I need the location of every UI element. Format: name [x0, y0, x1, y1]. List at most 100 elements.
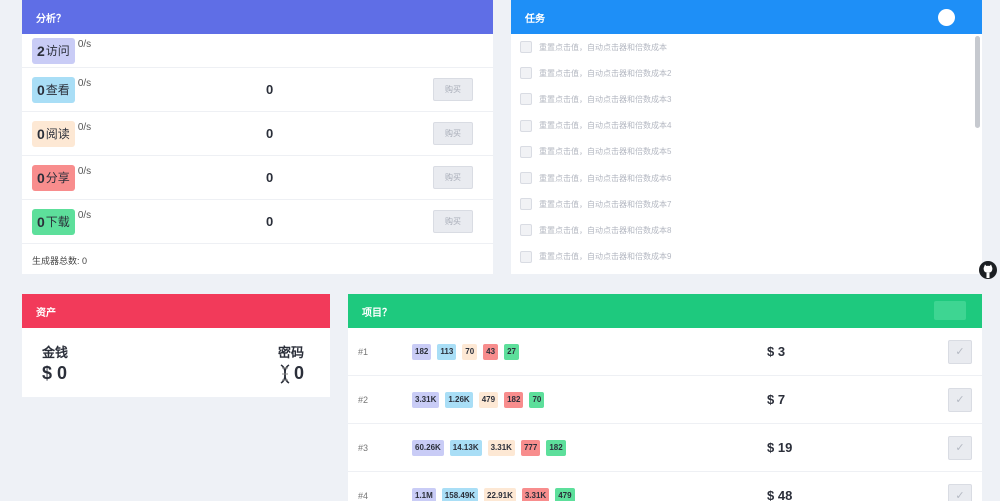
tasks-toggle[interactable]	[938, 9, 955, 26]
project-index: #3	[358, 442, 369, 453]
project-cost: $ 48	[767, 488, 793, 501]
task-scrollbar[interactable]	[975, 36, 980, 128]
requirement-chips: 60.26K 14.13K 3.31K 777 182	[412, 439, 566, 456]
task-text: 重置点击值，自动点击器和倍数成本5	[539, 147, 672, 157]
complete-button[interactable]: ✓	[948, 339, 972, 364]
task-text: 重置点击值，自动点击器和倍数成本2	[539, 68, 672, 78]
buy-button[interactable]: 购买	[433, 122, 473, 145]
requirement-chip: 777	[520, 439, 541, 456]
task-text: 重置点击值，自动点击器和倍数成本4	[539, 121, 672, 131]
generator-badge: 0 阅读	[32, 120, 75, 147]
generator-label: 阅读	[45, 127, 70, 141]
generator-level: 2	[37, 42, 45, 59]
github-icon[interactable]	[979, 261, 997, 279]
code-label: 密码	[278, 345, 305, 360]
generator-row: 0 分享 0/s 0 购买	[22, 156, 493, 200]
project-row: #1 182 113 70 43 27 $ 3 ✓	[348, 328, 982, 376]
requirement-chip: 182	[546, 439, 566, 456]
project-row: #2 3.31K 1.26K 479 182 70 $ 7 ✓	[348, 376, 982, 424]
generator-label: 下载	[45, 215, 70, 229]
complete-button[interactable]: ✓	[948, 387, 972, 412]
task-checkbox[interactable]	[520, 224, 532, 237]
generator-badge: 2 访问	[32, 37, 75, 64]
code-block: 密码 0	[278, 342, 304, 384]
requirement-chip: 3.31K	[487, 439, 515, 456]
tasks-title: 任务	[525, 13, 545, 25]
requirement-chip: 182	[412, 343, 432, 360]
task-checkbox[interactable]	[520, 172, 532, 185]
task-checkbox[interactable]	[520, 67, 532, 80]
project-index: #2	[358, 394, 369, 405]
task-checkbox[interactable]	[520, 119, 532, 132]
tasks-header: 任务	[511, 0, 982, 34]
requirement-chip: 22.91K	[484, 487, 516, 501]
requirement-chip: 113	[437, 343, 457, 360]
task-text: 重置点击值，自动点击器和倍数成本8	[539, 225, 672, 235]
requirement-chip: 158.49K	[441, 487, 479, 501]
task-text: 重置点击值，自动点击器和倍数成本9	[539, 252, 672, 262]
generator-count: 0	[266, 82, 274, 97]
task-checkbox[interactable]	[520, 198, 532, 211]
complete-button[interactable]: ✓	[948, 435, 972, 460]
project-row: #3 60.26K 14.13K 3.31K 777 182 $ 19 ✓	[348, 424, 982, 472]
requirement-chips: 1.1M 158.49K 22.91K 3.31K 479	[412, 487, 575, 501]
task-checkbox[interactable]	[520, 93, 532, 106]
requirement-chip: 479	[478, 391, 499, 408]
generator-count: 0	[266, 126, 274, 141]
task-item: 重置点击值，自动点击器和倍数成本7	[511, 191, 982, 217]
task-checkbox[interactable]	[520, 41, 532, 54]
complete-button[interactable]: ✓	[948, 483, 972, 501]
task-checkbox[interactable]	[520, 250, 532, 263]
task-text: 重置点击值，自动点击器和倍数成本3	[539, 94, 672, 104]
requirement-chip: 14.13K	[449, 439, 482, 456]
generator-rate: 0/s	[77, 166, 92, 177]
project-cost: $ 7	[767, 392, 786, 407]
generator-total: 生成器总数: 0	[32, 256, 88, 266]
money-block: 金钱 $ 0	[42, 342, 68, 384]
task-item: 重置点击值，自动点击器和倍数成本8	[511, 217, 982, 243]
assets-header: 资产	[22, 294, 330, 328]
generator-label: 分享	[45, 171, 70, 185]
task-text: 重置点击值，自动点击器和倍数成本6	[539, 173, 672, 183]
requirement-chip: 70	[529, 391, 545, 408]
requirement-chip: 27	[504, 343, 519, 360]
analysis-panel: 分析？ 2 访问 0/s 0 查看 0/s 0 购买 0 阅读 0/s 0 购买…	[22, 0, 493, 274]
generator-level: 0	[37, 213, 45, 230]
projects-header: 项目？	[348, 294, 982, 328]
assets-panel: 资产 金钱 $ 0 密码 0	[22, 294, 330, 397]
project-index: #4	[358, 490, 369, 501]
generator-level: 0	[37, 81, 45, 98]
analysis-header: 分析？	[22, 0, 493, 34]
assets-title: 资产	[36, 307, 56, 319]
task-item: 重置点击值，自动点击器和倍数成本9	[511, 244, 982, 270]
project-cost: $ 19	[767, 440, 793, 455]
requirement-chips: 3.31K 1.26K 479 182 70	[412, 391, 545, 408]
generator-level: 0	[37, 169, 45, 186]
task-item: 重置点击值，自动点击器和倍数成本	[511, 34, 982, 60]
generator-label: 查看	[45, 83, 70, 97]
projects-title[interactable]: 项目？	[362, 304, 392, 319]
analysis-title[interactable]: 分析？	[36, 10, 66, 25]
task-item: 重置点击值，自动点击器和倍数成本5	[511, 139, 982, 165]
task-item: 重置点击值，自动点击器和倍数成本4	[511, 113, 982, 139]
generator-rate: 0/s	[77, 210, 92, 221]
buy-button[interactable]: 购买	[433, 78, 473, 101]
buy-button[interactable]: 购买	[433, 166, 473, 189]
generator-badge: 0 下载	[32, 208, 75, 235]
generator-row: 0 阅读 0/s 0 购买	[22, 112, 493, 156]
task-checkbox[interactable]	[520, 145, 532, 158]
requirement-chip: 1.1M	[412, 487, 436, 501]
generator-rate: 0/s	[77, 122, 92, 133]
tasks-panel: 任务 重置点击值，自动点击器和倍数成本 重置点击值，自动点击器和倍数成本2 重置…	[511, 0, 982, 274]
check-icon: ✓	[955, 442, 965, 454]
task-text: 重置点击值，自动点击器和倍数成本	[539, 42, 667, 52]
check-icon: ✓	[955, 346, 965, 358]
project-row: #4 1.1M 158.49K 22.91K 3.31K 479 $ 48 ✓	[348, 472, 982, 501]
requirement-chip: 479	[555, 487, 575, 501]
project-cost: $ 3	[767, 344, 786, 359]
code-value: 0	[294, 363, 305, 383]
generator-label: 访问	[45, 44, 70, 58]
buy-button[interactable]: 购买	[433, 210, 473, 233]
requirement-chips: 182 113 70 43 27	[412, 343, 519, 360]
projects-header-button[interactable]	[934, 301, 966, 320]
